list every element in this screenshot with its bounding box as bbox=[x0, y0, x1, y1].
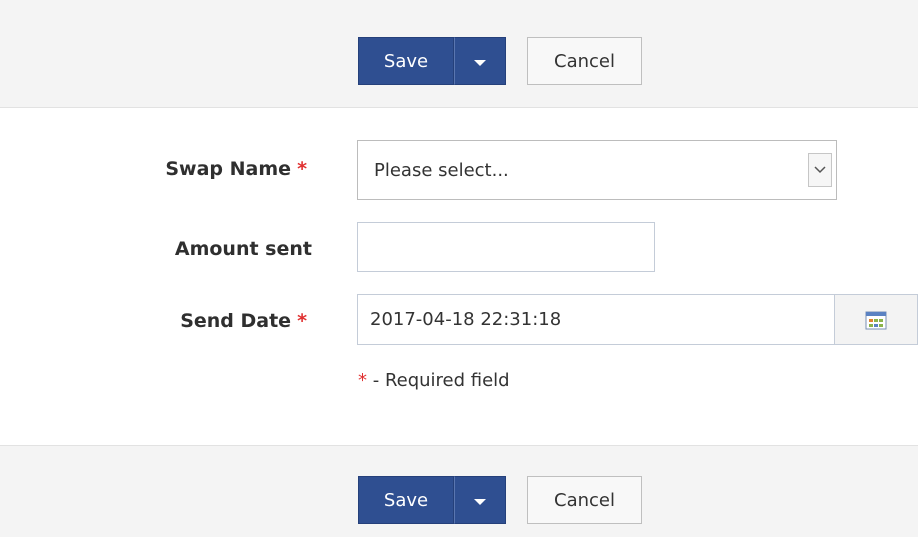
edit-form-page: Save Cancel Swap Name * Please select... … bbox=[0, 0, 918, 537]
required-marker: * bbox=[297, 310, 307, 332]
send-date-label: Send Date * bbox=[57, 310, 307, 332]
bottom-cancel-button[interactable]: Cancel bbox=[527, 476, 642, 524]
required-marker: * bbox=[297, 158, 307, 180]
amount-sent-label-text: Amount sent bbox=[174, 238, 312, 260]
swap-name-label: Swap Name * bbox=[57, 158, 307, 180]
top-save-button[interactable]: Save bbox=[358, 37, 454, 85]
send-date-input[interactable] bbox=[357, 294, 835, 345]
swap-name-label-text: Swap Name bbox=[165, 158, 292, 180]
caret-down-icon bbox=[474, 59, 486, 66]
calendar-icon bbox=[865, 311, 887, 329]
top-cancel-button[interactable]: Cancel bbox=[527, 37, 642, 85]
required-field-note-text: - Required field bbox=[367, 370, 510, 391]
top-save-button-group: Save bbox=[358, 37, 506, 85]
required-marker: * bbox=[358, 370, 367, 391]
required-field-note: * - Required field bbox=[358, 370, 510, 391]
bottom-save-options-button[interactable] bbox=[454, 476, 506, 524]
chevron-down-icon bbox=[808, 153, 832, 187]
top-save-options-button[interactable] bbox=[454, 37, 506, 85]
calendar-button[interactable] bbox=[835, 294, 918, 345]
swap-name-select[interactable]: Please select... bbox=[357, 140, 837, 200]
bottom-save-button-group: Save bbox=[358, 476, 506, 524]
amount-sent-input[interactable] bbox=[357, 222, 655, 272]
swap-name-selected-value: Please select... bbox=[374, 159, 509, 181]
send-date-label-text: Send Date bbox=[180, 310, 292, 332]
bottom-save-button[interactable]: Save bbox=[358, 476, 454, 524]
caret-down-icon bbox=[474, 498, 486, 505]
amount-sent-label: Amount sent bbox=[62, 238, 312, 260]
